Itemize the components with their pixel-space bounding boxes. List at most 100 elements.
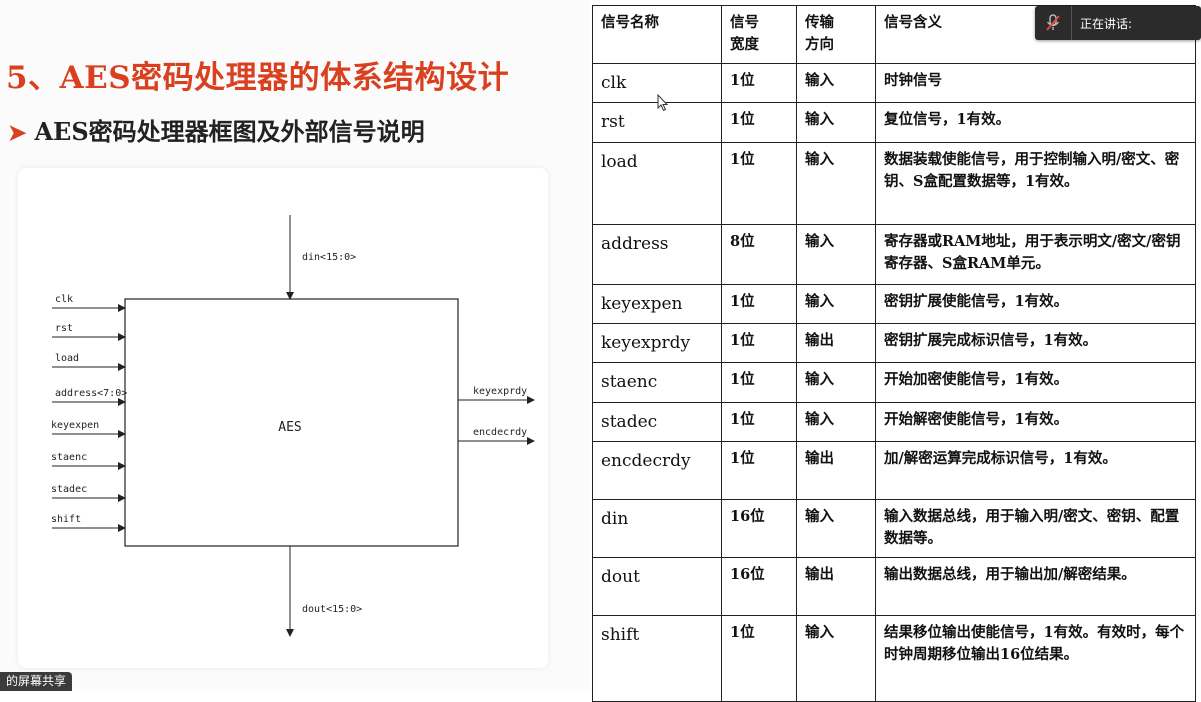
table-row: rst 1位 输入 复位信号，1有效。	[592, 102, 1196, 143]
signal-width-cell: 1位	[721, 401, 797, 443]
table-row: shift 1位 输入 结果移位输出使能信号，1有效。有效时，每个时钟周期移位输出16…	[592, 615, 1196, 702]
signal-meaning-cell: 时钟信号	[875, 62, 1196, 104]
block-diagram: AES clk rst load address<7:0> keyexpen s…	[18, 168, 548, 668]
signal-direction-cell: 输入	[796, 141, 876, 225]
input-label: stadec	[51, 484, 87, 495]
signal-name-cell: keyexprdy	[592, 322, 722, 364]
table-row: clk 1位 输入 时钟信号	[592, 62, 1196, 104]
input-load: load	[52, 353, 126, 371]
header-signal-name: 信号名称	[592, 5, 722, 64]
table-row: stadec 1位 输入 开始解密使能信号，1有效。	[592, 401, 1196, 443]
signal-meaning-cell: 开始加密使能信号，1有效。	[875, 362, 1196, 403]
input-label: load	[55, 353, 79, 364]
signal-meaning-cell: 结果移位输出使能信号，1有效。有效时，每个时钟周期移位输出16位结果。	[875, 615, 1196, 702]
signal-name-cell: keyexpen	[592, 283, 722, 324]
output-label: keyexprdy	[473, 386, 527, 397]
signal-name-cell: shift	[592, 615, 722, 702]
input-stadec: stadec	[51, 484, 126, 502]
input-label: staenc	[51, 452, 87, 463]
signal-meaning-cell: 输出数据总线，用于输出加/解密结果。	[875, 557, 1196, 616]
input-address: address<7:0>	[52, 388, 127, 406]
table-row: staenc 1位 输入 开始加密使能信号，1有效。	[592, 362, 1196, 403]
mouse-cursor-icon	[657, 93, 669, 116]
signal-width-cell: 1位	[721, 322, 797, 364]
signal-meaning-cell: 开始解密使能信号，1有效。	[875, 401, 1196, 443]
slide-subtitle: ➤ AES密码处理器框图及外部信号说明	[8, 112, 425, 147]
input-keyexpen: keyexpen	[51, 420, 126, 438]
signal-name-cell: stadec	[592, 401, 722, 443]
aes-block-label: AES	[278, 420, 301, 435]
signal-direction-cell: 输入	[796, 283, 876, 324]
output-keyexprdy: keyexprdy	[458, 386, 535, 404]
subtitle-text: AES密码处理器框图及外部信号说明	[34, 117, 425, 146]
table-row: din 16位 输入 输入数据总线，用于输入明/密文、密钥、配置数据等。	[592, 499, 1196, 558]
input-clk: clk	[52, 294, 126, 312]
signal-width-cell: 1位	[721, 441, 797, 500]
signal-direction-cell: 输出	[796, 441, 876, 500]
input-shift: shift	[51, 514, 126, 532]
mic-muted-icon[interactable]	[1035, 6, 1072, 40]
din-label: din<15:0>	[302, 252, 356, 263]
signal-name-cell: load	[592, 141, 722, 225]
signal-direction-cell: 输入	[796, 499, 876, 558]
signal-width-cell: 1位	[721, 283, 797, 324]
signal-meaning-cell: 数据装载使能信号，用于控制输入明/密文、密钥、S盒配置数据等，1有效。	[875, 141, 1196, 225]
output-encdecrdy: encdecrdy	[458, 427, 535, 445]
signal-width-cell: 1位	[721, 62, 797, 104]
signal-width-cell: 16位	[721, 499, 797, 558]
output-label: encdecrdy	[473, 427, 527, 438]
signal-direction-cell: 输入	[796, 223, 876, 285]
aes-block-diagram-svg: AES clk rst load address<7:0> keyexpen s…	[51, 215, 535, 637]
signal-meaning-cell: 复位信号，1有效。	[875, 102, 1196, 143]
signal-direction-cell: 输入	[796, 102, 876, 143]
input-signals: clk rst load address<7:0> keyexpen staen…	[51, 294, 127, 532]
signal-direction-cell: 输入	[796, 62, 876, 104]
signal-meaning-cell: 输入数据总线，用于输入明/密文、密钥、配置数据等。	[875, 499, 1196, 558]
signal-name-cell: dout	[592, 557, 722, 616]
input-label: rst	[55, 323, 73, 334]
slide-title: 5、AES密码处理器的体系结构设计	[6, 60, 510, 96]
table-body: clk 1位 输入 时钟信号 rst 1位 输入 复位信号，1有效。 load 1位 输入 数据装载使…	[592, 62, 1196, 702]
signal-direction-cell: 输入	[796, 615, 876, 702]
input-staenc: staenc	[51, 452, 126, 470]
table-row: address 8位 输入 寄存器或RAM地址，用于表示明文/密文/密钥寄存器、S盒R…	[592, 223, 1196, 285]
dout-label: dout<15:0>	[302, 604, 362, 615]
signal-width-cell: 16位	[721, 557, 797, 616]
table-row: encdecrdy 1位 输出 加/解密运算完成标识信号，1有效。	[592, 441, 1196, 500]
signal-width-cell: 1位	[721, 141, 797, 225]
input-label: clk	[55, 294, 73, 305]
input-label: shift	[51, 514, 81, 525]
signal-direction-cell: 输入	[796, 401, 876, 443]
input-label: address<7:0>	[55, 388, 127, 399]
signal-name-cell: staenc	[592, 362, 722, 403]
signal-name-cell: address	[592, 223, 722, 285]
signal-table: 信号名称 信号 宽度 传输 方向 信号含义 clk 1位 输入 时钟信号 rst 1位 输入…	[592, 5, 1196, 702]
input-rst: rst	[52, 323, 126, 341]
table-row: load 1位 输入 数据装载使能信号，用于控制输入明/密文、密钥、S盒配置数据等，1…	[592, 141, 1196, 225]
signal-name-cell: encdecrdy	[592, 441, 722, 500]
table-row: dout 16位 输出 输出数据总线，用于输出加/解密结果。	[592, 557, 1196, 616]
speaking-label: 正在讲话:	[1080, 16, 1133, 31]
signal-meaning-cell: 密钥扩展使能信号，1有效。	[875, 283, 1196, 324]
output-dout: dout<15:0>	[286, 546, 362, 637]
input-din: din<15:0>	[286, 215, 356, 300]
signal-name-cell: din	[592, 499, 722, 558]
signal-direction-cell: 输出	[796, 557, 876, 616]
signal-width-cell: 8位	[721, 223, 797, 285]
header-signal-width: 信号 宽度	[721, 5, 797, 64]
signal-width-cell: 1位	[721, 615, 797, 702]
signal-direction-cell: 输入	[796, 362, 876, 403]
header-direction: 传输 方向	[796, 5, 876, 64]
signal-table-panel: 信号名称 信号 宽度 传输 方向 信号含义 clk 1位 输入 时钟信号 rst 1位 输入…	[592, 5, 1196, 702]
signal-width-cell: 1位	[721, 102, 797, 143]
signal-meaning-cell: 加/解密运算完成标识信号，1有效。	[875, 441, 1196, 500]
slide-panel: 5、AES密码处理器的体系结构设计 ➤ AES密码处理器框图及外部信号说明 AES…	[0, 0, 590, 691]
signal-meaning-cell: 寄存器或RAM地址，用于表示明文/密文/密钥寄存器、S盒RAM单元。	[875, 223, 1196, 285]
arrow-right-bullet-icon: ➤	[8, 120, 27, 146]
table-row: keyexpen 1位 输入 密钥扩展使能信号，1有效。	[592, 283, 1196, 324]
screen-share-tag: 的屏幕共享	[0, 672, 73, 691]
table-row: keyexprdy 1位 输出 密钥扩展完成标识信号，1有效。	[592, 322, 1196, 364]
input-label: keyexpen	[51, 420, 99, 431]
speaking-indicator[interactable]: 正在讲话:	[1035, 6, 1201, 40]
signal-meaning-cell: 密钥扩展完成标识信号，1有效。	[875, 322, 1196, 364]
